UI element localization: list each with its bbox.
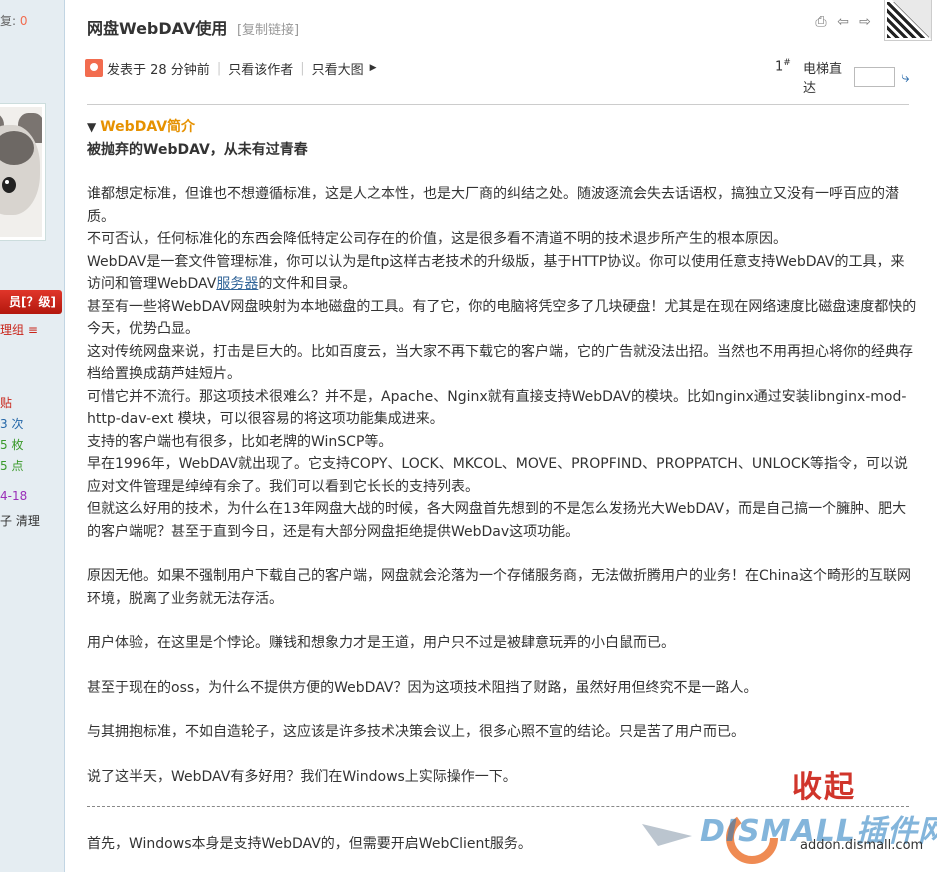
paragraph: 用户体验，在这里是个悖论。赚钱和想象力才是王道，用户只不过是被肆意玩弄的小白鼠而… <box>87 635 675 651</box>
thread-title: 网盘WebDAV使用 <box>87 19 228 38</box>
paragraph: 不可否认，任何标准化的东西会降低特定公司存在的价值，这是很多看不清道不明的技术退… <box>87 231 787 247</box>
only-big-image-link[interactable]: 只看大图 <box>312 59 364 78</box>
post-subtitle: 被抛弃的WebDAV，从未有过青春 <box>87 141 308 158</box>
qr-fold-corner <box>885 0 931 40</box>
jump-label: 电梯直达 <box>803 62 843 96</box>
post-main: 网盘WebDAV使用 [复制链接] ⎙ ⇦ ⇨ 发表于 28 分钟前 | 只看该… <box>65 0 937 872</box>
floor-mark: # <box>783 58 791 68</box>
paragraph: 谁都想定标准，但谁也不想遵循标准，这是人之本性，也是大厂商的纠结之处。随波逐流会… <box>87 186 899 225</box>
paragraph: 这对传统网盘来说，打击是巨大的。比如百度云，当大家不再下载它的客户端，它的广告就… <box>87 343 913 383</box>
paragraph: 甚至有一些将WebDAV网盘映射为本地磁盘的工具。有了它，你的电脑将凭空多了几块… <box>87 298 917 338</box>
admin-actions[interactable]: 子 清理 <box>0 512 40 529</box>
triangle-down-icon: ▼ <box>87 120 97 134</box>
jump-input[interactable] <box>853 67 896 87</box>
watermark-url: addon.dismall.com <box>800 838 924 853</box>
paragraph: 与其拥抱标准，不如自造轮子，这应该是许多技术决策会议上，很多心照不宣的结论。只是… <box>87 724 745 740</box>
reply-label: 复: <box>0 14 17 28</box>
post-content: ▼ WebDAV简介 被抛弃的WebDAV，从未有过青春 谁都想定标准，但谁也不想… <box>87 116 917 856</box>
spoiler-toggle[interactable]: ▼ WebDAV简介 <box>87 116 917 139</box>
copy-link-button[interactable]: [复制链接] <box>237 23 299 38</box>
paragraph-text: WebDAV是一套文件管理标准，你可以认为是ftp这样古老技术的升级版，基于HT… <box>87 253 905 293</box>
paragraph: 但就这么好用的技术，为什么在13年网盘大战的时候，各大网盘首先想到的不是怎么发扬… <box>87 501 907 540</box>
spoiler-title: WebDAV简介 <box>100 119 196 135</box>
collapse-button[interactable]: 收起 <box>792 762 856 806</box>
reply-count: 复: 0 <box>0 12 28 29</box>
avatar-image <box>0 107 42 237</box>
server-link[interactable]: 服务器 <box>216 276 258 292</box>
paragraph: 甚至于现在的oss，为什么不提供方便的WebDAV？因为这项技术阻挡了财路，虽然… <box>87 679 758 696</box>
reply-number: 0 <box>19 14 28 28</box>
post-info-bar: 发表于 28 分钟前 | 只看该作者 | 只看大图 ▶ 1# 电梯直达 ⤷ <box>85 58 915 96</box>
author-sidebar: 复: 0 员[？级] 理组 ≡ 贴 3 次 5 枚 5 点 4-18 子 清理 <box>0 0 65 872</box>
post-time: 发表于 28 分钟前 <box>107 62 210 78</box>
stat-points: 5 点 <box>0 459 24 473</box>
stat-visits: 3 次 <box>0 417 24 431</box>
prev-thread-icon[interactable]: ⇦ <box>835 14 851 30</box>
divider: | <box>300 60 305 76</box>
paragraph: WebDAV是一套文件管理标准，你可以认为是ftp这样古老技术的升级版，基于HT… <box>87 251 917 296</box>
paragraph: 支持的客户端也有很多，比如老牌的WinSCP等。 <box>87 433 393 450</box>
paragraph-text: 的文件和目录。 <box>258 276 357 292</box>
avatar[interactable] <box>0 103 46 241</box>
print-icon[interactable]: ⎙ <box>813 14 829 30</box>
only-author-link[interactable]: 只看该作者 <box>228 59 293 78</box>
floor-number: 1# <box>775 58 791 74</box>
post-tools: ⎙ ⇦ ⇨ <box>813 14 873 30</box>
post-title: 网盘WebDAV使用 [复制链接] <box>87 15 299 39</box>
floor-jump: 电梯直达 ⤷ <box>803 58 915 96</box>
jump-go-icon[interactable]: ⤷ <box>901 69 915 85</box>
header-divider <box>87 104 909 105</box>
divider: | <box>216 60 222 76</box>
triangle-right-icon: ▶ <box>369 63 377 73</box>
online-user-icon <box>85 59 103 77</box>
stat-posts[interactable]: 贴 <box>0 394 12 411</box>
paragraph: 早在1996年，WebDAV就出现了。它支持COPY、LOCK、MKCOL、MO… <box>87 456 908 495</box>
paragraph: 可惜它并不流行。那这项技术很难么？并不是，Apache、Nginx就有直接支持W… <box>87 388 907 428</box>
next-thread-icon[interactable]: ⇨ <box>857 14 873 30</box>
user-group-link[interactable]: 理组 ≡ <box>0 321 38 338</box>
stat-coins: 5 枚 <box>0 438 24 452</box>
register-date: 4-18 <box>0 489 28 503</box>
user-group-badge: 员[？级] <box>0 290 62 314</box>
paragraph: 原因无他。如果不强制用户下载自己的客户端，网盘就会沦落为一个存储服务商，无法做折… <box>87 568 911 607</box>
